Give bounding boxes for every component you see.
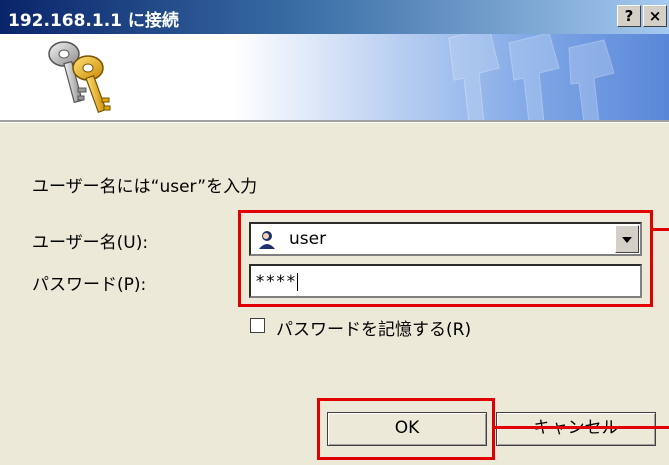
login-dialog: 192.168.1.1 に接続 ? × ユーザー名には“user”を入力 ユーザ… <box>0 0 669 465</box>
help-button[interactable]: ? <box>617 5 641 27</box>
credentials-leader-line <box>653 228 669 231</box>
password-label: パスワード(P): <box>32 275 147 295</box>
remember-password-label[interactable]: パスワードを記憶する(R) <box>276 315 471 340</box>
password-value: **** <box>255 272 296 292</box>
dropdown-arrow-icon <box>622 237 632 243</box>
ok-button[interactable]: OK <box>327 412 487 446</box>
text-caret <box>296 273 298 291</box>
username-dropdown-button[interactable] <box>615 225 639 253</box>
close-button[interactable]: × <box>643 5 667 27</box>
cancel-button[interactable]: キャンセル <box>496 412 656 446</box>
remember-password-checkbox[interactable] <box>250 318 265 333</box>
username-value: user <box>289 229 327 249</box>
instruction-text: ユーザー名には“user”を入力 <box>32 177 258 197</box>
banner-key-watermark-icon <box>448 34 615 120</box>
window-title: 192.168.1.1 に接続 <box>8 11 179 31</box>
ok-leader-line <box>495 426 669 429</box>
password-input[interactable]: **** <box>249 264 642 298</box>
banner <box>0 34 669 120</box>
key-icon <box>48 41 111 114</box>
user-icon <box>259 231 275 249</box>
username-combobox[interactable]: user <box>249 222 642 256</box>
separator <box>0 120 669 123</box>
username-label: ユーザー名(U): <box>32 233 149 253</box>
title-bar: 192.168.1.1 に接続 ? × <box>0 0 669 34</box>
